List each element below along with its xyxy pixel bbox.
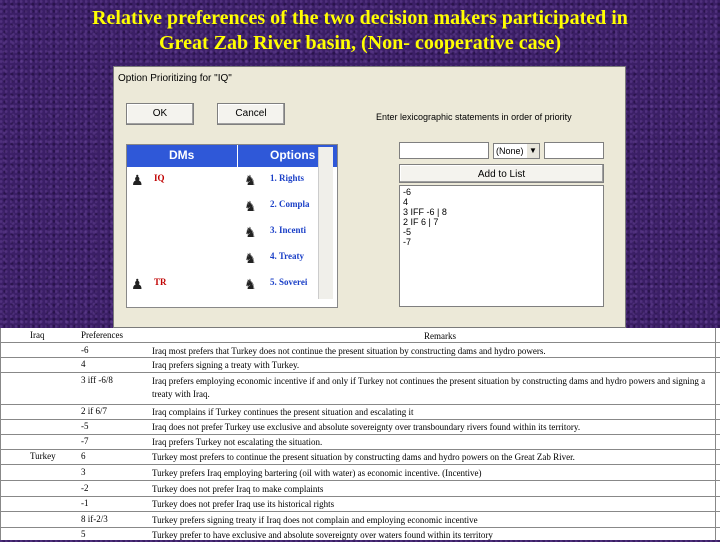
option-chess-icon: ♞ (244, 276, 257, 292)
row-remark: Turkey prefers signing treaty if Iraq do… (152, 515, 478, 525)
slide-title: Relative preferences of the two decision… (0, 6, 720, 56)
row-preference: -2 (81, 483, 89, 493)
row-divider (0, 434, 720, 435)
row-remark: Iraq prefers signing a treaty with Turke… (152, 360, 300, 370)
grid-header-options: Options (270, 148, 316, 162)
row-divider (0, 419, 720, 420)
row-divider (0, 480, 720, 481)
grid-row-3[interactable]: ♞ 3. Incenti (127, 219, 337, 245)
grid-vertical-scrollbar[interactable] (318, 147, 333, 299)
logic-combo-value: (None) (496, 146, 524, 156)
option-chess-icon: ♞ (244, 172, 257, 188)
slide-title-line-1: Relative preferences of the two decision… (92, 7, 628, 29)
grid-header: DMs Options (127, 145, 337, 167)
header-dm: Iraq (30, 330, 45, 340)
option-chess-icon: ♞ (244, 198, 257, 214)
statement-input-2[interactable] (544, 142, 604, 159)
row-dm: Turkey (30, 451, 56, 461)
list-item[interactable]: -6 (403, 187, 600, 197)
row-remark: Turkey prefer to have exclusive and abso… (152, 530, 493, 540)
statement-list[interactable]: -6 4 3 IFF -6 | 8 2 IF 6 | 7 -5 -7 (399, 185, 604, 307)
row-preference: 3 (81, 467, 86, 477)
grid-row-4[interactable]: ♞ 4. Treaty (127, 245, 337, 271)
list-item[interactable]: 4 (403, 197, 600, 207)
row-preference: 2 if 6/7 (81, 406, 107, 416)
row-preference: -6 (81, 345, 89, 355)
instruction-text: Enter lexicographic statements in order … (376, 112, 572, 122)
dm-options-grid: DMs Options ♟ IQ ♞ 1. Rights ♞ 2. Compla… (126, 144, 338, 308)
person-icon: ♟ (131, 172, 144, 188)
option-prioritizing-dialog: Option Prioritizing for "IQ" OK Cancel E… (113, 66, 626, 328)
row-preference: 3 iff -6/8 (81, 375, 113, 385)
row-preference: 8 if-2/3 (81, 514, 108, 524)
row-divider (0, 357, 720, 358)
row-remark: Iraq complains if Turkey continues the p… (152, 407, 414, 417)
dm-label-tr: TR (154, 277, 167, 287)
list-item[interactable]: -7 (403, 237, 600, 247)
row-remark: Turkey does not prefer Iraq to make comp… (152, 484, 324, 494)
grid-row-2[interactable]: ♞ 2. Compla (127, 193, 337, 219)
statement-input[interactable] (399, 142, 489, 159)
chevron-down-icon[interactable]: ▼ (527, 144, 539, 158)
row-remark: Turkey does not prefer Iraq use its hist… (152, 499, 335, 509)
row-preference: 6 (81, 451, 86, 461)
row-divider (0, 372, 720, 373)
preferences-table: Iraq Preferences Remarks -6 Iraq most pr… (0, 328, 720, 540)
logic-combo[interactable]: (None) ▼ (493, 143, 540, 159)
row-divider (0, 496, 720, 497)
row-divider (0, 464, 720, 465)
dialog-title: Option Prioritizing for "IQ" (118, 73, 232, 84)
grid-header-divider (237, 145, 238, 167)
row-remark: Turkey most prefers to continue the pres… (152, 452, 575, 462)
row-preference: -1 (81, 498, 89, 508)
option-label: 3. Incenti (270, 225, 306, 235)
row-divider (0, 404, 720, 405)
grid-row-5[interactable]: ♟ TR ♞ 5. Soverei (127, 271, 337, 297)
row-preference: -5 (81, 421, 89, 431)
person-icon: ♟ (131, 276, 144, 292)
grid-row-1[interactable]: ♟ IQ ♞ 1. Rights (127, 167, 337, 193)
list-item[interactable]: 2 IF 6 | 7 (403, 217, 600, 227)
row-preference: 4 (81, 359, 86, 369)
option-label: 4. Treaty (270, 251, 304, 261)
grid-header-dms: DMs (169, 148, 195, 162)
list-item[interactable]: -5 (403, 227, 600, 237)
row-preference: 5 (81, 529, 86, 539)
cancel-button[interactable]: Cancel (217, 103, 285, 125)
option-label: 1. Rights (270, 173, 305, 183)
row-divider (0, 511, 720, 512)
add-to-list-button[interactable]: Add to List (399, 164, 604, 183)
option-label: 5. Soverei (270, 277, 308, 287)
row-divider (0, 449, 720, 450)
option-label: 2. Compla (270, 199, 310, 209)
row-remark: Iraq does not prefer Turkey use exclusiv… (152, 422, 581, 432)
row-preference: -7 (81, 436, 89, 446)
list-item[interactable]: 3 IFF -6 | 8 (403, 207, 600, 217)
row-remark: Iraq prefers Turkey not escalating the s… (152, 437, 323, 447)
slide-title-line-2: Great Zab River basin, (Non- cooperative… (159, 32, 561, 54)
ok-button[interactable]: OK (126, 103, 194, 125)
header-preferences: Preferences (81, 330, 123, 340)
row-divider (0, 342, 720, 343)
row-remark: Iraq prefers employing economic incentiv… (152, 376, 706, 399)
option-chess-icon: ♞ (244, 224, 257, 240)
dm-label-iq: IQ (154, 173, 165, 183)
option-chess-icon: ♞ (244, 250, 257, 266)
row-divider (0, 527, 720, 528)
row-remark: Turkey prefers Iraq employing bartering … (152, 468, 482, 478)
